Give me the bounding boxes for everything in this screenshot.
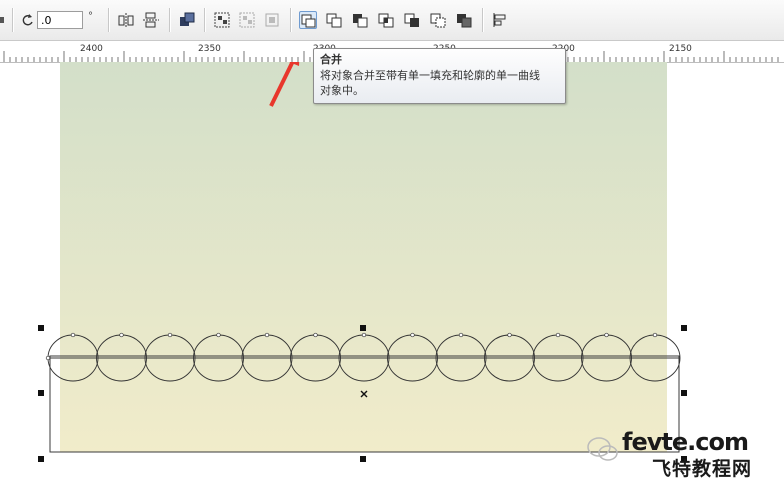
rotate-icon — [20, 11, 36, 29]
combine-button[interactable] — [299, 11, 317, 29]
align-distribute-button[interactable] — [491, 11, 509, 29]
circle-node — [264, 332, 270, 338]
circle-node — [555, 332, 561, 338]
tooltip-title: 合并 — [320, 53, 342, 66]
trim-button[interactable] — [351, 11, 369, 29]
mirror-horizontal-button[interactable] — [117, 11, 135, 29]
wechat-icon — [587, 437, 618, 461]
combine-tooltip: 合并 将对象合并至带有单一填充和轮廓的单一曲线 对象中。 — [313, 48, 566, 104]
selection-handle — [681, 390, 687, 396]
toolbar-separator — [169, 8, 171, 32]
rotation-angle-input[interactable] — [37, 11, 83, 29]
selection-handle — [360, 456, 366, 462]
toolbar-separator — [482, 8, 484, 32]
ungroup-all-button[interactable] — [263, 11, 281, 29]
degree-label: ° — [88, 11, 93, 22]
selection-handle — [38, 456, 44, 462]
ruler-label: 2350 — [198, 44, 221, 54]
tooltip-description: 将对象合并至带有单一填充和轮廓的单一曲线 对象中。 — [320, 68, 559, 98]
tooltip-description-line: 对象中。 — [320, 84, 364, 97]
circle-node — [652, 332, 658, 338]
selection-handle — [38, 390, 44, 396]
simplify-button[interactable] — [403, 11, 421, 29]
property-toolbar: ° — [0, 0, 784, 41]
circle-node — [458, 332, 464, 338]
toolbar-separator — [108, 8, 110, 32]
circle-node — [119, 332, 124, 338]
weld-button[interactable] — [325, 11, 343, 29]
order-button[interactable] — [178, 11, 196, 29]
toolbar-separator — [204, 8, 206, 32]
watermark-chinese: 飞特教程网 — [652, 458, 753, 480]
circle-node — [604, 332, 609, 338]
tooltip-description-line: 将对象合并至带有单一填充和轮廓的单一曲线 — [320, 69, 540, 82]
toolbar-separator — [290, 8, 292, 32]
back-minus-front-button[interactable] — [455, 11, 473, 29]
front-minus-back-button[interactable] — [429, 11, 447, 29]
path-node — [45, 355, 51, 361]
circle-node — [70, 332, 76, 338]
mirror-vertical-button[interactable] — [142, 11, 160, 29]
toolbar-separator — [12, 8, 14, 32]
circle-node — [167, 332, 173, 338]
circle-node — [216, 332, 221, 338]
circle-node — [507, 332, 512, 338]
ruler-label: 2400 — [80, 44, 103, 54]
watermark: fevte.com 飞特教程网 — [587, 428, 772, 482]
watermark-site: fevte.com — [622, 428, 749, 456]
group-button[interactable] — [213, 11, 231, 29]
selection-handle — [38, 325, 44, 331]
circle-node — [361, 332, 367, 338]
intersect-button[interactable] — [377, 11, 395, 29]
ruler-label: 2150 — [669, 44, 692, 54]
circle-node — [313, 332, 318, 338]
ungroup-button[interactable] — [238, 11, 256, 29]
toolbar-edge-icon — [0, 11, 6, 29]
selection-handle — [360, 325, 366, 331]
circle-node — [410, 332, 415, 338]
selection-handle — [681, 325, 687, 331]
